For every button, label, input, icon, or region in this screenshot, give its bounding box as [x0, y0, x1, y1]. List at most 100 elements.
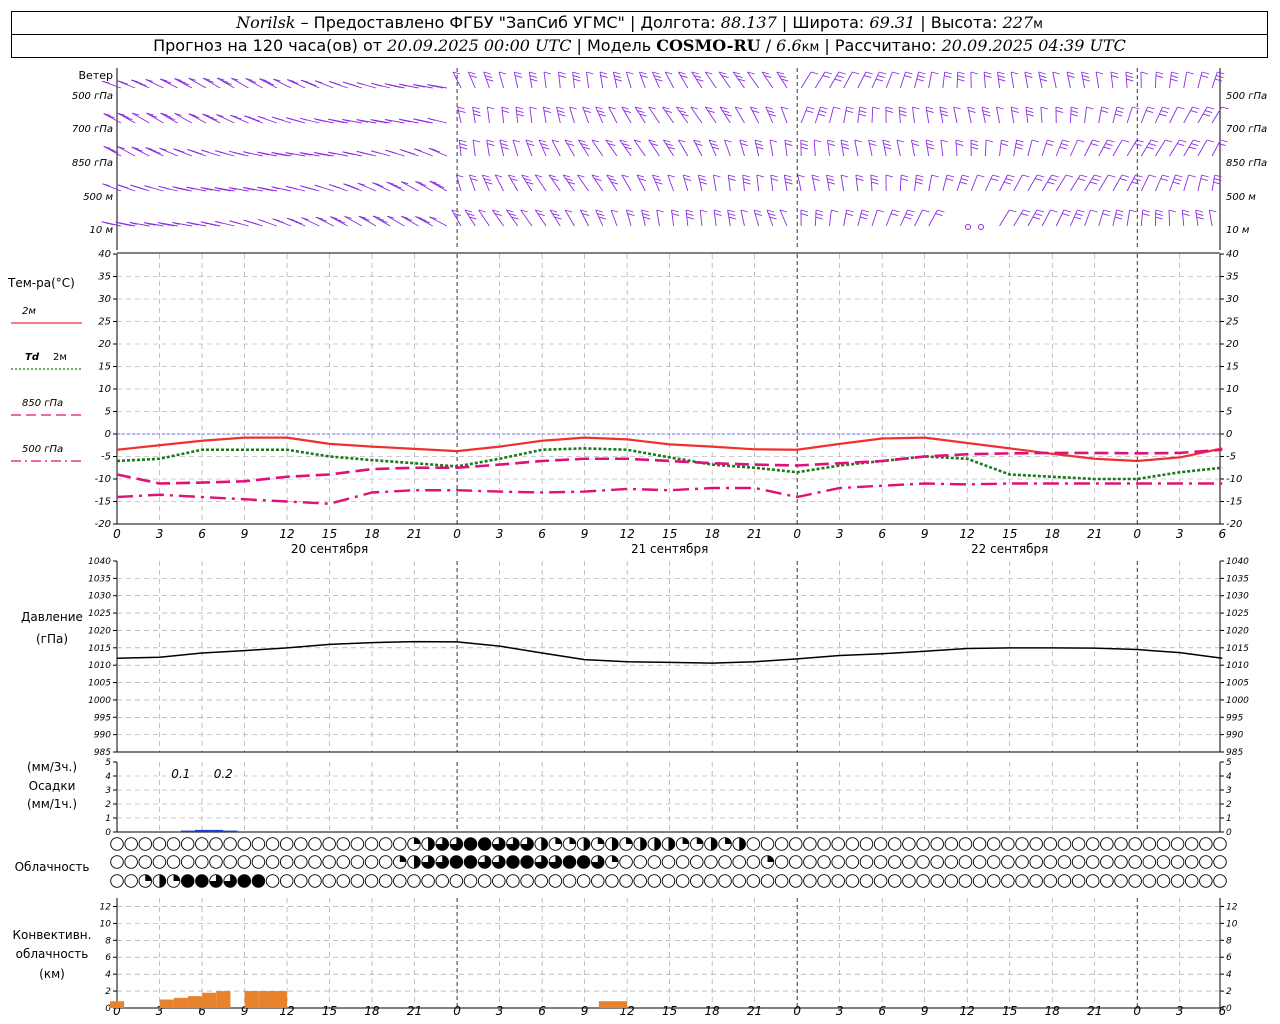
- y-tick-label: 985: [94, 748, 111, 758]
- wind-barb-feather: [626, 209, 634, 213]
- wind-barb: [534, 209, 547, 227]
- cloud-cover-circle: [251, 837, 266, 851]
- wind-barb: [1125, 71, 1128, 89]
- cloud-cover-circle: [902, 874, 916, 888]
- wind-barb-feather: [685, 209, 694, 213]
- cloud-cover-circle: [336, 855, 351, 869]
- wind-barb: [608, 106, 618, 124]
- wind-barb-feather: [967, 106, 975, 110]
- wind-barb: [358, 215, 377, 227]
- wind-barb: [491, 209, 504, 227]
- wind-barb: [648, 106, 660, 124]
- precip-3h-total: 0.1: [171, 767, 190, 781]
- wind-barb: [925, 139, 930, 157]
- cloud-cover-circle: [704, 855, 718, 869]
- cloud-cover-fill: [464, 855, 477, 869]
- x-tick-label: 21: [747, 1004, 762, 1018]
- wind-barb: [548, 174, 561, 192]
- cloud-cover-fill: [555, 837, 562, 844]
- wind-barb: [1010, 106, 1015, 124]
- wind-level-label: 10 м: [1226, 225, 1250, 236]
- wind-barb: [528, 71, 533, 89]
- wind-barb: [529, 106, 533, 124]
- wind-barb-feather: [996, 106, 1004, 110]
- y-tick-label: 8: [1226, 936, 1232, 946]
- cloud-cover-circle: [1199, 855, 1213, 869]
- temperature-axes: -20 -20 -15 -15 -10 -10 -5 -5 0 0 5 5 10 10 15 15 20 20 25…: [95, 249, 1243, 530]
- y-tick-label: 10: [98, 384, 111, 395]
- wind-barb-feather: [922, 209, 930, 213]
- wind-barb: [569, 106, 575, 124]
- wind-barb-feather: [1142, 209, 1150, 213]
- convective-bar: [202, 992, 217, 1008]
- wind-barb: [911, 139, 915, 157]
- cloud-cover-circle: [265, 855, 280, 869]
- wind-barb: [727, 209, 731, 227]
- wind-barb-feather: [573, 78, 581, 82]
- cloud-cover-circle: [1100, 837, 1114, 851]
- wind-barb-feather: [882, 139, 890, 143]
- cloud-cover-circle: [1085, 837, 1100, 851]
- wind-barb-feather: [627, 213, 635, 216]
- wind-barb-feather: [487, 106, 495, 110]
- wind-barb: [829, 106, 834, 124]
- wind-barb-feather: [643, 216, 651, 220]
- wind-barb-feather: [586, 71, 594, 75]
- wind-barb-feather: [800, 213, 809, 216]
- wind-barb-feather: [1055, 106, 1064, 110]
- cloud-cover-circle: [308, 855, 322, 869]
- wind-level-label: 500 м: [83, 192, 113, 203]
- wind-barb-feather: [1055, 110, 1064, 113]
- wind-barb: [754, 139, 760, 157]
- wind-barb-feather: [984, 71, 992, 75]
- wind-barb-feather: [1126, 75, 1134, 78]
- wind-barb: [814, 71, 826, 89]
- wind-barb: [1183, 71, 1188, 89]
- cloud-cover-circle: [378, 855, 393, 869]
- wind-barb-feather: [713, 209, 722, 213]
- wind-barb-feather: [935, 213, 943, 216]
- cloud-cover-circle: [1043, 837, 1058, 851]
- x-tick-label: 15: [1002, 527, 1017, 541]
- wind-barb-feather: [1001, 139, 1009, 143]
- cloud-cover-circle: [704, 874, 718, 888]
- wind-level-label: 850 гПа: [72, 158, 113, 169]
- wind-barb: [612, 71, 618, 89]
- wind-barb: [558, 71, 561, 89]
- wind-barb-feather: [1034, 178, 1043, 181]
- cloud-cover-circle: [1213, 874, 1227, 888]
- wind-barb: [1211, 71, 1218, 89]
- wind-barb: [956, 174, 963, 192]
- cloud-cover-circle: [972, 874, 987, 888]
- cloud-cover-circle: [1156, 874, 1171, 888]
- wind-barb: [117, 146, 136, 157]
- cloud-cover-circle: [930, 837, 944, 851]
- wind-barb-feather: [558, 71, 566, 75]
- cloud-cover-fill: [428, 837, 435, 851]
- temperature-panel: Тем-ра(°C) 2м Td 2м 850 гПа 500 гПа: [7, 276, 1223, 525]
- y-tick-label: 1: [1226, 814, 1232, 824]
- wind-barb: [956, 71, 959, 89]
- wind-barb-feather: [826, 174, 834, 178]
- day-label: 20 сентября: [291, 542, 368, 556]
- wind-barb-feather: [1040, 78, 1048, 82]
- wind-barb: [401, 215, 419, 227]
- cloud-cover-circle: [421, 874, 435, 888]
- cloud-cover-circle: [180, 855, 195, 869]
- wind-barb-feather: [138, 187, 146, 191]
- cloud-cover-circle: [534, 874, 548, 888]
- wind-barb-feather: [800, 143, 809, 146]
- wind-barb-feather: [1092, 178, 1100, 181]
- cloud-cover-circle: [859, 837, 874, 851]
- wind-barb-feather: [861, 209, 870, 213]
- cloud-cover-circle: [732, 855, 746, 869]
- cloud-cover-circle: [393, 874, 407, 888]
- cloud-cover-circle: [492, 874, 506, 888]
- wind-barb-feather: [877, 75, 885, 78]
- cloud-cover-circle: [1170, 837, 1185, 851]
- wind-barb-feather: [1134, 143, 1142, 146]
- wind-barb-feather: [1145, 110, 1154, 113]
- wind-barb: [315, 216, 334, 227]
- cloud-cover-circle: [1001, 874, 1015, 888]
- x-tick-label: 12: [619, 527, 634, 541]
